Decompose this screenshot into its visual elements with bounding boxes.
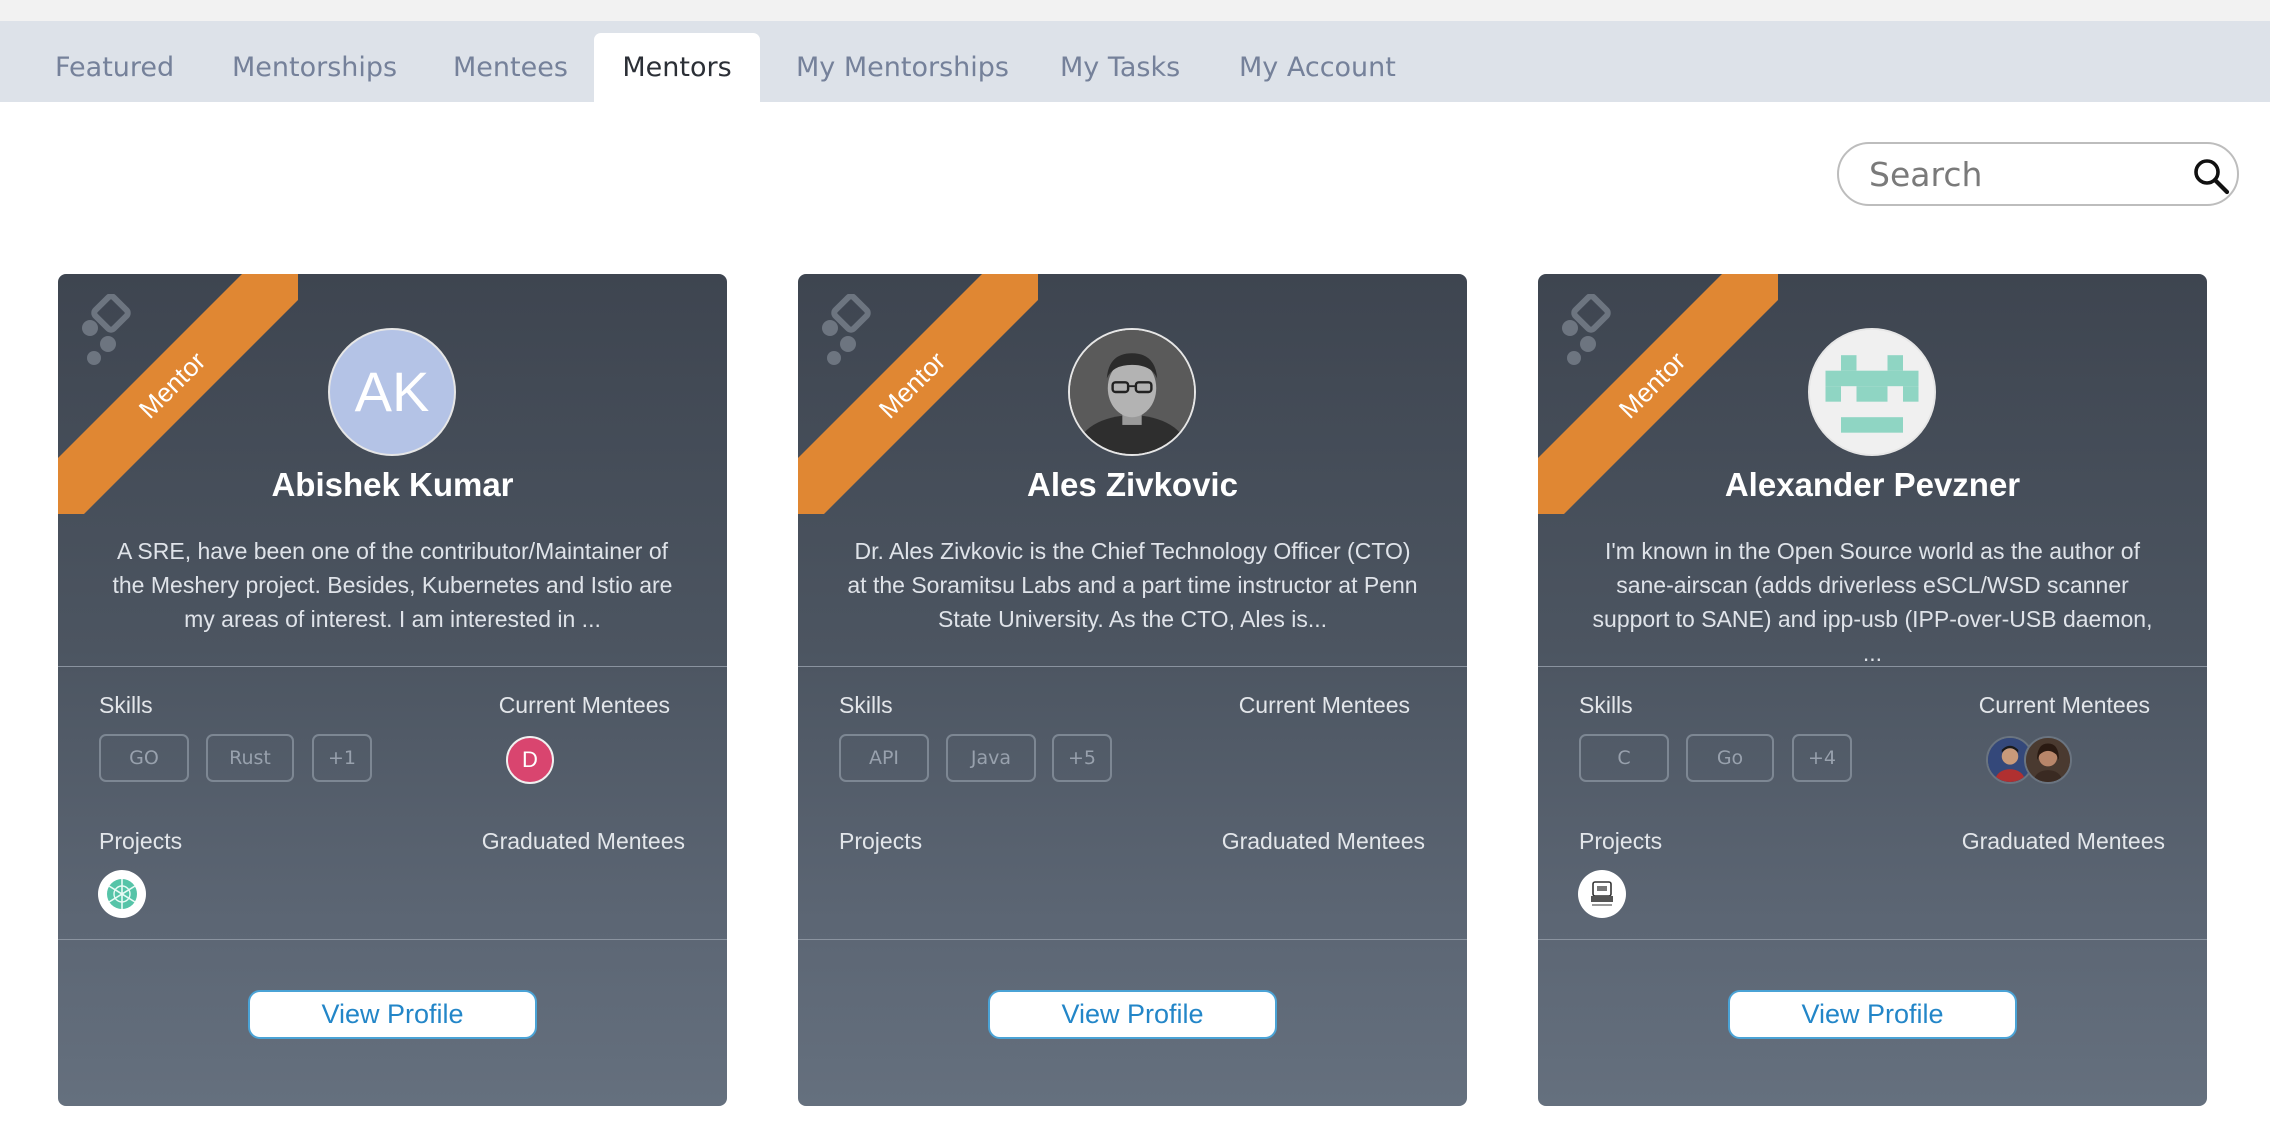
mentor-card: Mentor Alexander Pevzner I'm known in th… xyxy=(1538,274,2207,1106)
project-logo-icon xyxy=(1591,881,1613,906)
skill-chip: Go xyxy=(1686,734,1774,782)
tab-my-account[interactable]: My Account xyxy=(1239,33,1396,102)
mentor-name: Ales Zivkovic xyxy=(1027,466,1238,503)
mentor-card: Mentor AK Abishek Kumar A SRE, have been… xyxy=(58,274,727,1106)
mentor-name: Abishek Kumar xyxy=(271,466,514,503)
graduated-mentees-label: Graduated Mentees xyxy=(1221,828,1425,854)
view-profile-button[interactable]: View Profile xyxy=(988,990,1277,1039)
projects-label: Projects xyxy=(839,828,923,854)
divider xyxy=(1538,939,2207,940)
graduated-mentees-label: Graduated Mentees xyxy=(481,828,685,854)
view-profile-button[interactable]: View Profile xyxy=(1728,990,2017,1039)
graduated-mentees-label: Graduated Mentees xyxy=(1961,828,2165,854)
mentor-bio: I'm known in the Open Source world as th… xyxy=(1592,538,2153,666)
current-mentees-label: Current Mentees xyxy=(498,692,670,718)
tab-featured[interactable]: Featured xyxy=(55,33,174,102)
skills-label: Skills xyxy=(1579,692,1633,718)
skill-chip-more[interactable]: +5 xyxy=(1052,734,1112,782)
search-box xyxy=(1837,142,2239,206)
tab-mentorships[interactable]: Mentorships xyxy=(232,33,397,102)
top-strip xyxy=(0,0,2270,21)
project-logo[interactable] xyxy=(98,870,146,918)
divider xyxy=(798,939,1467,940)
tab-my-tasks[interactable]: My Tasks xyxy=(1060,33,1180,102)
tab-mentors[interactable]: Mentors xyxy=(594,33,760,102)
project-logo[interactable] xyxy=(1578,870,1626,918)
divider xyxy=(1538,666,2207,667)
projects-label: Projects xyxy=(99,828,183,854)
person-photo-icon xyxy=(1070,330,1194,454)
avatar xyxy=(1068,328,1196,456)
avatar: AK xyxy=(328,328,456,456)
skill-chip: Rust xyxy=(206,734,294,782)
tab-my-mentorships[interactable]: My Mentorships xyxy=(796,33,1009,102)
skill-chip: API xyxy=(839,734,929,782)
current-mentees-label: Current Mentees xyxy=(1978,692,2150,718)
divider xyxy=(58,939,727,940)
current-mentees-label: Current Mentees xyxy=(1238,692,1410,718)
divider xyxy=(798,666,1467,667)
divider xyxy=(58,666,727,667)
avatar xyxy=(1808,328,1936,456)
search-input[interactable] xyxy=(1869,152,2169,196)
mentee-avatar[interactable]: D xyxy=(506,736,554,784)
mentor-bio: Dr. Ales Zivkovic is the Chief Technolog… xyxy=(847,538,1418,632)
mentor-name: Alexander Pevzner xyxy=(1724,466,2021,503)
identicon-icon xyxy=(1810,330,1934,454)
skills-label: Skills xyxy=(99,692,153,718)
skill-chip-more[interactable]: +4 xyxy=(1792,734,1852,782)
projects-label: Projects xyxy=(1579,828,1663,854)
skill-chip: C xyxy=(1579,734,1669,782)
mentor-bio: A SRE, have been one of the contributor/… xyxy=(112,538,673,632)
mentor-card: Mentor Ales Zivkovic Dr. Ales Zivkovic i… xyxy=(798,274,1467,1106)
person-photo-icon xyxy=(2026,738,2070,782)
skills-label: Skills xyxy=(839,692,893,718)
mentee-avatar[interactable] xyxy=(2024,736,2072,784)
search-icon[interactable] xyxy=(2191,156,2231,196)
skill-chip: GO xyxy=(99,734,189,782)
skill-chip: Java xyxy=(946,734,1036,782)
skill-chip-more[interactable]: +1 xyxy=(312,734,372,782)
view-profile-button[interactable]: View Profile xyxy=(248,990,537,1039)
tab-mentees[interactable]: Mentees xyxy=(453,33,568,102)
project-logo-icon xyxy=(107,879,137,909)
